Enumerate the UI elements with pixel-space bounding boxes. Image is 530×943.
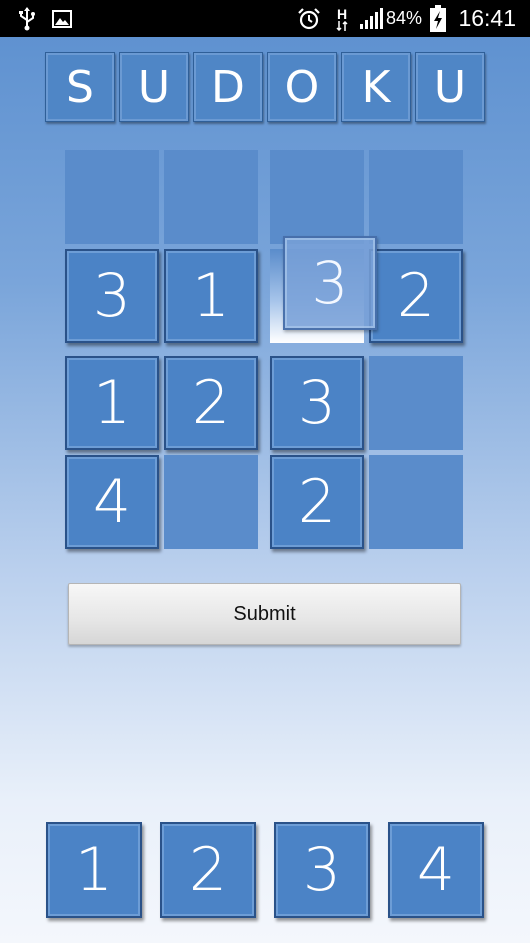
board-cell[interactable]: 3 xyxy=(270,356,364,450)
palette-number-tile[interactable]: 1 xyxy=(46,822,142,918)
clock: 16:41 xyxy=(458,5,516,31)
title-letter: O xyxy=(267,52,337,122)
palette-number-tile[interactable]: 2 xyxy=(160,822,256,918)
board-cell[interactable]: 2 xyxy=(164,356,258,450)
board-cell[interactable]: 1 xyxy=(65,356,159,450)
board-cell[interactable] xyxy=(164,455,258,549)
board-cell[interactable] xyxy=(65,150,159,244)
board-cell[interactable] xyxy=(369,150,463,244)
dragging-number-tile[interactable]: 3 xyxy=(283,236,377,330)
title-sudoku: S U D O K U xyxy=(45,52,487,124)
network-type-label: H xyxy=(336,5,348,22)
title-letter: U xyxy=(119,52,189,122)
board-cell[interactable]: 2 xyxy=(369,249,463,343)
board-cell[interactable] xyxy=(164,150,258,244)
board-cell[interactable]: 2 xyxy=(270,455,364,549)
title-letter: S xyxy=(45,52,115,122)
palette-number-tile[interactable]: 4 xyxy=(388,822,484,918)
board-cell[interactable] xyxy=(369,356,463,450)
signal-icon xyxy=(358,0,384,37)
image-icon xyxy=(50,0,74,37)
network-h-icon: H xyxy=(333,0,351,37)
board-cell[interactable]: 1 xyxy=(164,249,258,343)
board-cell[interactable] xyxy=(270,150,364,244)
battery-charging-icon xyxy=(428,0,448,37)
board-cell[interactable]: 4 xyxy=(65,455,159,549)
submit-button[interactable]: Submit xyxy=(68,583,461,645)
board-cell[interactable] xyxy=(369,455,463,549)
board-cell[interactable]: 3 xyxy=(65,249,159,343)
title-letter: K xyxy=(341,52,411,122)
battery-percent: 84% xyxy=(386,8,423,28)
title-letter: D xyxy=(193,52,263,122)
alarm-icon xyxy=(296,0,322,37)
number-palette: 1 2 3 4 xyxy=(46,822,486,920)
status-bar: H 84% 16:41 xyxy=(0,0,530,37)
title-letter: U xyxy=(415,52,485,122)
sudoku-board: 3 1 2 1 2 3 4 2 xyxy=(64,150,465,552)
palette-number-tile[interactable]: 3 xyxy=(274,822,370,918)
usb-icon xyxy=(14,0,40,37)
